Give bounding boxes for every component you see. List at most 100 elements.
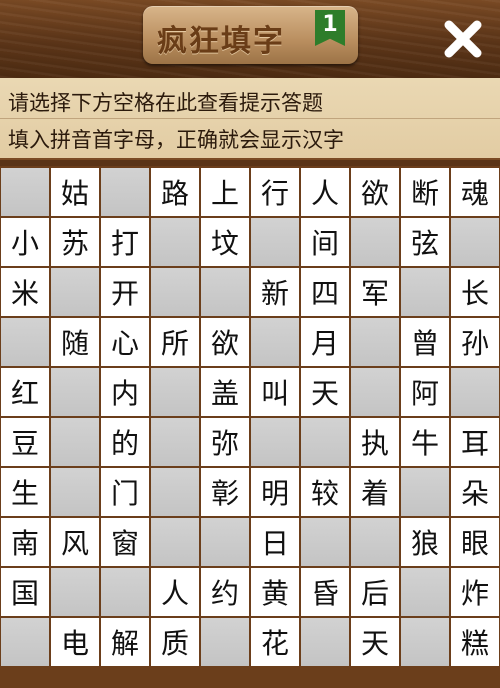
grid-cell-letter[interactable]: 欲 <box>201 318 249 366</box>
grid-cell-letter[interactable]: 风 <box>51 518 99 566</box>
grid-cell-empty[interactable] <box>51 468 99 516</box>
grid-cell-empty[interactable] <box>201 618 249 666</box>
grid-cell-letter[interactable]: 内 <box>101 368 149 416</box>
grid-cell-letter[interactable]: 天 <box>301 368 349 416</box>
grid-cell-letter[interactable]: 打 <box>101 218 149 266</box>
grid-cell-letter[interactable]: 长 <box>451 268 499 316</box>
grid-cell-letter[interactable]: 断 <box>401 168 449 216</box>
grid-cell-letter[interactable]: 四 <box>301 268 349 316</box>
grid-cell-empty[interactable] <box>351 218 399 266</box>
grid-cell-empty[interactable] <box>401 618 449 666</box>
grid-cell-letter[interactable]: 朵 <box>451 468 499 516</box>
grid-cell-letter[interactable]: 欲 <box>351 168 399 216</box>
grid-cell-letter[interactable]: 糕 <box>451 618 499 666</box>
grid-cell-letter[interactable]: 上 <box>201 168 249 216</box>
grid-cell-letter[interactable]: 南 <box>1 518 49 566</box>
grid-cell-letter[interactable]: 黄 <box>251 568 299 616</box>
grid-cell-empty[interactable] <box>151 468 199 516</box>
grid-cell-letter[interactable]: 盖 <box>201 368 249 416</box>
grid-cell-letter[interactable]: 所 <box>151 318 199 366</box>
grid-cell-letter[interactable]: 魂 <box>451 168 499 216</box>
grid-cell-letter[interactable]: 着 <box>351 468 399 516</box>
grid-cell-letter[interactable]: 较 <box>301 468 349 516</box>
grid-cell-empty[interactable] <box>401 568 449 616</box>
grid-cell-letter[interactable]: 红 <box>1 368 49 416</box>
grid-cell-letter[interactable]: 小 <box>1 218 49 266</box>
grid-cell-empty[interactable] <box>151 368 199 416</box>
grid-cell-empty[interactable] <box>201 268 249 316</box>
grid-cell-empty[interactable] <box>151 268 199 316</box>
grid-cell-letter[interactable]: 军 <box>351 268 399 316</box>
grid-cell-letter[interactable]: 彰 <box>201 468 249 516</box>
grid-cell-letter[interactable]: 国 <box>1 568 49 616</box>
grid-cell-letter[interactable]: 狼 <box>401 518 449 566</box>
grid-cell-empty[interactable] <box>1 618 49 666</box>
grid-cell-letter[interactable]: 米 <box>1 268 49 316</box>
grid-cell-empty[interactable] <box>351 318 399 366</box>
grid-cell-empty[interactable] <box>151 218 199 266</box>
grid-cell-letter[interactable]: 阿 <box>401 368 449 416</box>
grid-cell-letter[interactable]: 新 <box>251 268 299 316</box>
grid-cell-empty[interactable] <box>301 618 349 666</box>
grid-cell-letter[interactable]: 人 <box>301 168 349 216</box>
grid-cell-letter[interactable]: 门 <box>101 468 149 516</box>
grid-cell-letter[interactable]: 后 <box>351 568 399 616</box>
grid-cell-empty[interactable] <box>251 218 299 266</box>
grid-cell-empty[interactable] <box>101 568 149 616</box>
grid-cell-letter[interactable]: 人 <box>151 568 199 616</box>
grid-cell-letter[interactable]: 的 <box>101 418 149 466</box>
grid-cell-letter[interactable]: 牛 <box>401 418 449 466</box>
grid-cell-letter[interactable]: 日 <box>251 518 299 566</box>
grid-cell-empty[interactable] <box>1 168 49 216</box>
grid-cell-letter[interactable]: 约 <box>201 568 249 616</box>
grid-cell-empty[interactable] <box>401 268 449 316</box>
grid-cell-empty[interactable] <box>151 518 199 566</box>
grid-cell-letter[interactable]: 随 <box>51 318 99 366</box>
grid-cell-empty[interactable] <box>51 418 99 466</box>
grid-cell-letter[interactable]: 路 <box>151 168 199 216</box>
grid-cell-empty[interactable] <box>351 368 399 416</box>
grid-cell-letter[interactable]: 昏 <box>301 568 349 616</box>
grid-cell-letter[interactable]: 电 <box>51 618 99 666</box>
grid-cell-letter[interactable]: 耳 <box>451 418 499 466</box>
grid-cell-empty[interactable] <box>51 568 99 616</box>
grid-cell-letter[interactable]: 苏 <box>51 218 99 266</box>
grid-cell-empty[interactable] <box>351 518 399 566</box>
hint-panel[interactable]: 请选择下方空格在此查看提示答题 填入拼音首字母，正确就会显示汉字 <box>0 78 500 160</box>
grid-cell-letter[interactable]: 叫 <box>251 368 299 416</box>
grid-cell-letter[interactable]: 花 <box>251 618 299 666</box>
grid-cell-letter[interactable]: 炸 <box>451 568 499 616</box>
grid-cell-letter[interactable]: 解 <box>101 618 149 666</box>
grid-cell-empty[interactable] <box>151 418 199 466</box>
grid-cell-letter[interactable]: 窗 <box>101 518 149 566</box>
grid-cell-letter[interactable]: 执 <box>351 418 399 466</box>
grid-cell-empty[interactable] <box>101 168 149 216</box>
grid-cell-empty[interactable] <box>301 418 349 466</box>
grid-cell-letter[interactable]: 质 <box>151 618 199 666</box>
close-button[interactable] <box>438 14 488 64</box>
grid-cell-letter[interactable]: 姑 <box>51 168 99 216</box>
grid-cell-letter[interactable]: 弦 <box>401 218 449 266</box>
grid-cell-empty[interactable] <box>51 268 99 316</box>
grid-cell-empty[interactable] <box>1 318 49 366</box>
grid-cell-empty[interactable] <box>251 318 299 366</box>
grid-cell-empty[interactable] <box>251 418 299 466</box>
grid-cell-empty[interactable] <box>451 218 499 266</box>
grid-cell-letter[interactable]: 孙 <box>451 318 499 366</box>
grid-cell-empty[interactable] <box>51 368 99 416</box>
grid-cell-letter[interactable]: 开 <box>101 268 149 316</box>
grid-cell-empty[interactable] <box>301 518 349 566</box>
grid-cell-letter[interactable]: 天 <box>351 618 399 666</box>
grid-cell-letter[interactable]: 月 <box>301 318 349 366</box>
grid-cell-letter[interactable]: 行 <box>251 168 299 216</box>
grid-cell-letter[interactable]: 心 <box>101 318 149 366</box>
grid-cell-letter[interactable]: 明 <box>251 468 299 516</box>
grid-cell-letter[interactable]: 豆 <box>1 418 49 466</box>
grid-cell-letter[interactable]: 间 <box>301 218 349 266</box>
grid-cell-empty[interactable] <box>451 368 499 416</box>
grid-cell-letter[interactable]: 坟 <box>201 218 249 266</box>
grid-cell-letter[interactable]: 弥 <box>201 418 249 466</box>
grid-cell-letter[interactable]: 眼 <box>451 518 499 566</box>
grid-cell-letter[interactable]: 生 <box>1 468 49 516</box>
grid-cell-empty[interactable] <box>201 518 249 566</box>
